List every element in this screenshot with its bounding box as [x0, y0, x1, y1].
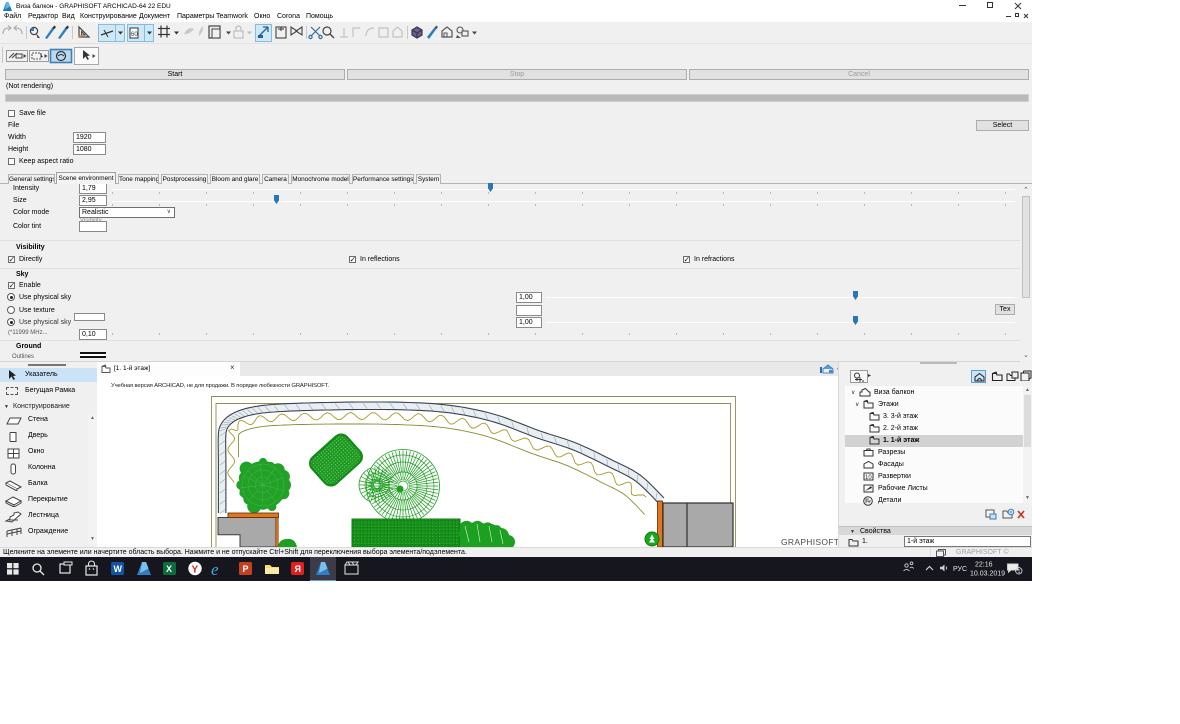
- svg-text:W: W: [114, 564, 123, 574]
- svg-text:РУС: РУС: [953, 566, 967, 573]
- svg-text:e: e: [211, 560, 219, 579]
- svg-text:Y: Y: [192, 565, 199, 576]
- svg-text:22:16: 22:16: [975, 562, 993, 569]
- svg-text:Я: Я: [295, 564, 301, 574]
- svg-text:10.03.2019: 10.03.2019: [970, 571, 1005, 578]
- svg-text:1: 1: [1018, 569, 1021, 575]
- svg-text:60: 60: [131, 32, 138, 38]
- svg-text:10: 10: [865, 475, 872, 481]
- svg-text:X: X: [166, 564, 172, 574]
- svg-text:P: P: [243, 564, 249, 574]
